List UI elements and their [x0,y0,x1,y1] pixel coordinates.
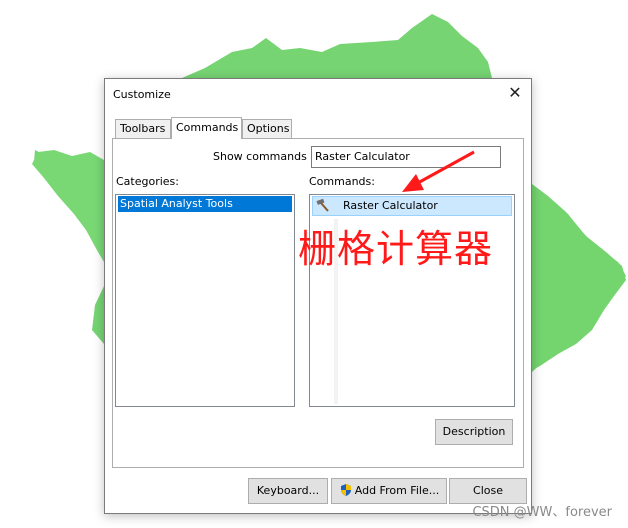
watermark: CSDN @WW、forever [472,505,612,520]
annotation-label: 栅格计算器 [298,227,494,271]
screen: Customize ✕ Toolbars Commands Options Sh… [0,0,628,528]
tab-commands[interactable]: Commands [171,117,242,139]
